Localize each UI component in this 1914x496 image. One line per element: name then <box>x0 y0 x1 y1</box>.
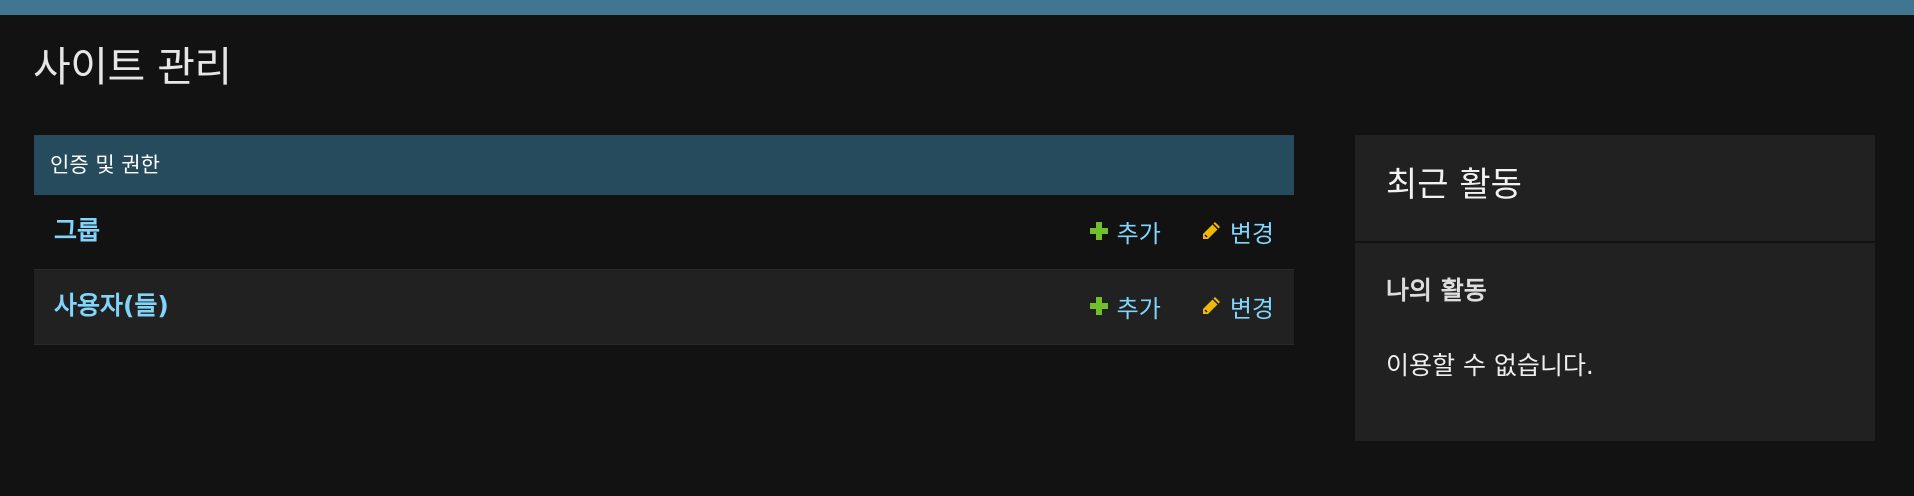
plus-icon <box>1089 297 1108 315</box>
change-label: 변경 <box>1229 219 1274 248</box>
model-actions: 추가 변경 <box>1089 270 1274 342</box>
module-caption[interactable]: 인증 및 권한 <box>34 135 1294 195</box>
change-groups-button[interactable]: 변경 <box>1200 214 1274 249</box>
recent-actions-title: 최근 활동 <box>1355 135 1875 243</box>
model-actions: 추가 변경 <box>1089 195 1274 267</box>
top-header-bar <box>0 0 1914 15</box>
app-module-auth: 인증 및 권한 그룹 추가 변경 사용자(들) 추가 변경 <box>34 135 1294 345</box>
change-label: 변경 <box>1229 294 1274 323</box>
page-title: 사이트 관리 <box>33 43 232 91</box>
add-groups-button[interactable]: 추가 <box>1089 214 1161 249</box>
add-label: 추가 <box>1116 219 1161 248</box>
model-row-groups: 그룹 추가 변경 <box>34 195 1294 270</box>
change-users-button[interactable]: 변경 <box>1200 289 1274 324</box>
add-label: 추가 <box>1116 294 1161 323</box>
model-link-users[interactable]: 사용자(들) <box>54 270 169 342</box>
model-link-groups[interactable]: 그룹 <box>54 195 100 267</box>
recent-actions-panel: 최근 활동 나의 활동 이용할 수 없습니다. <box>1355 135 1875 441</box>
model-row-users: 사용자(들) 추가 변경 <box>34 270 1294 345</box>
pencil-icon <box>1202 222 1220 239</box>
add-users-button[interactable]: 추가 <box>1089 289 1161 324</box>
pencil-icon <box>1202 297 1220 314</box>
my-actions-heading: 나의 활동 <box>1386 276 1487 305</box>
plus-icon <box>1089 222 1108 240</box>
no-actions-text: 이용할 수 없습니다. <box>1386 351 1594 380</box>
